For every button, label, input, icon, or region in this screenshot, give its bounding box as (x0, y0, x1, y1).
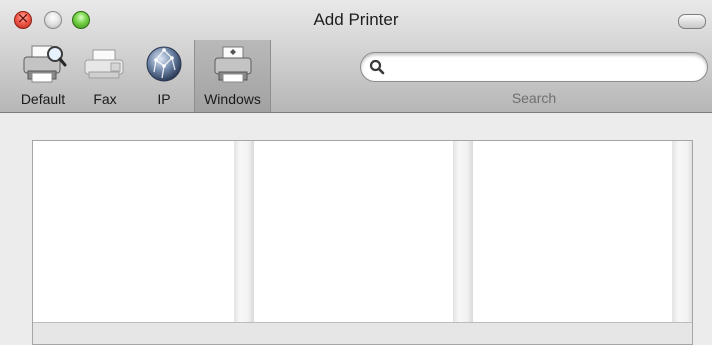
toolbar-fax-label: Fax (93, 91, 117, 107)
search-input[interactable] (393, 57, 697, 79)
printer-list[interactable] (32, 140, 693, 345)
toolbar-default-label: Default (20, 91, 66, 107)
toolbar-ip-button[interactable]: IP (136, 40, 192, 112)
toolbar-toggle-button[interactable] (678, 14, 706, 29)
add-printer-window: Add Printer Default Fax (0, 0, 712, 345)
list-column[interactable] (473, 141, 672, 322)
toolbar-windows-label: Windows (204, 91, 261, 107)
column-divider[interactable] (453, 141, 473, 322)
toolbar-fax-button[interactable]: Fax (80, 40, 130, 112)
list-column[interactable] (254, 141, 453, 322)
list-column[interactable] (33, 141, 234, 322)
windows-printer-icon (214, 46, 251, 83)
column-divider[interactable] (234, 141, 254, 322)
default-printer-icon (23, 45, 67, 83)
window-title: Add Printer (313, 10, 399, 29)
toolbar-windows-button[interactable]: Windows (194, 40, 271, 112)
search-label: Search (511, 90, 557, 106)
unified-toolbar: Add Printer Default Fax (0, 0, 712, 113)
search-icon (369, 59, 385, 75)
search-field[interactable] (360, 52, 708, 82)
toolbar-default-button[interactable]: Default (8, 40, 78, 112)
fax-icon (84, 49, 124, 79)
network-globe-icon (146, 46, 182, 82)
column-divider[interactable] (672, 141, 692, 322)
toolbar-ip-label: IP (157, 91, 171, 107)
list-footer (33, 322, 692, 344)
